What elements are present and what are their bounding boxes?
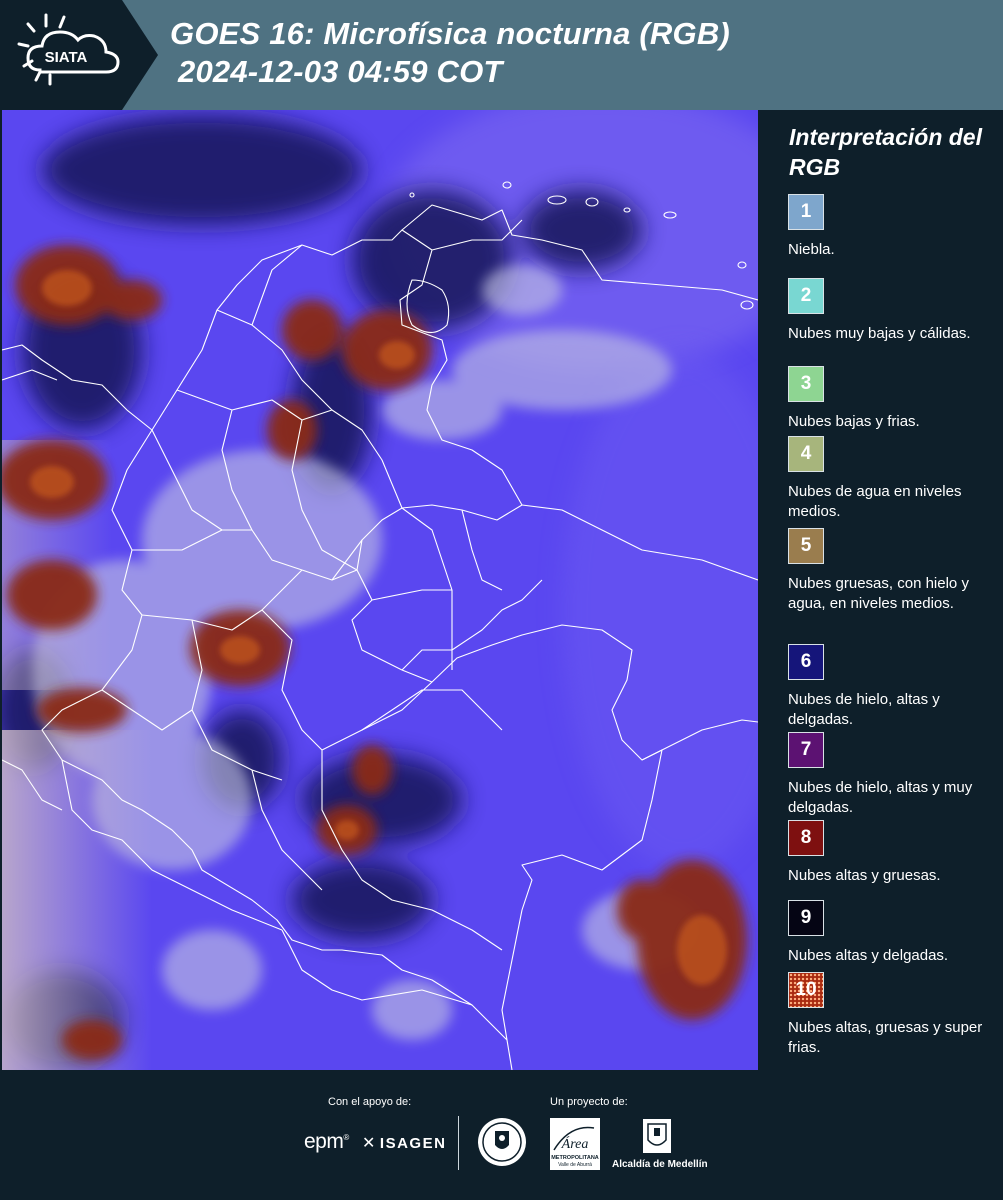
alcaldia-label: Alcaldía de Medellín <box>612 1159 708 1170</box>
legend-swatch: 3 <box>788 366 824 402</box>
header-bar: SIATA GOES 16: Microfísica nocturna (RGB… <box>0 0 1003 110</box>
area-logo-sub2: Valle de Aburrá <box>558 1162 592 1168</box>
epm-logo: epm® <box>304 1130 349 1153</box>
legend-item-4: 4 Nubes de agua en niveles medios. <box>788 436 998 522</box>
footer-divider <box>458 1116 459 1170</box>
legend-swatch: 6 <box>788 644 824 680</box>
legend-item-1: 1 Niebla. <box>788 194 998 260</box>
legend-item-7: 7 Nubes de hielo, altas y muy delgadas. <box>788 732 998 818</box>
epm-logo-text: epm <box>304 1130 344 1153</box>
legend-swatch: 9 <box>788 900 824 936</box>
legend-swatch: 5 <box>788 528 824 564</box>
legend-label: Niebla. <box>788 241 835 258</box>
legend-swatch: 1 <box>788 194 824 230</box>
legend-swatch: 2 <box>788 278 824 314</box>
legend-label: Nubes muy bajas y cálidas. <box>788 325 971 342</box>
university-seal-icon <box>478 1118 526 1166</box>
legend-item-5: 5 Nubes gruesas, con hielo y agua, en niv… <box>788 528 998 614</box>
alcaldia-shield-icon <box>643 1119 671 1153</box>
isagen-logo: ✕ ISAGEN <box>362 1133 446 1153</box>
legend-swatch: 8 <box>788 820 824 856</box>
legend-swatch: 10 <box>788 972 824 1008</box>
project-label: Un proyecto de: <box>550 1096 628 1108</box>
legend-item-9: 9 Nubes altas y delgadas. <box>788 900 998 966</box>
satellite-map <box>2 110 758 1070</box>
area-logo-text: Área <box>561 1135 589 1152</box>
rgb-legend: Interpretación del RGB 1 Niebla. 2 Nubes mu… <box>758 110 1003 1070</box>
map-title: GOES 16: Microfísica nocturna (RGB) <box>170 16 730 51</box>
siata-logo: SIATA <box>0 0 158 110</box>
legend-item-3: 3 Nubes bajas y frias. <box>788 366 998 432</box>
legend-title: Interpretación del RGB <box>789 124 982 180</box>
area-logo-sub: METROPOLITANA <box>551 1155 599 1161</box>
legend-item-10: 10 Nubes altas, gruesas y super frias. <box>788 972 998 1058</box>
legend-label: Nubes de agua en niveles medios. <box>788 483 962 520</box>
legend-label: Nubes de hielo, altas y delgadas. <box>788 691 940 728</box>
area-metropolitana-logo: Área METROPOLITANA Valle de Aburrá <box>550 1118 600 1170</box>
legend-label: Nubes de hielo, altas y muy delgadas. <box>788 779 973 816</box>
legend-item-8: 8 Nubes altas y gruesas. <box>788 820 998 886</box>
legend-label: Nubes gruesas, con hielo y agua, en nive… <box>788 575 969 612</box>
legend-label: Nubes bajas y frias. <box>788 413 920 430</box>
isagen-icon: ✕ <box>362 1135 377 1152</box>
siata-logo-text: SIATA <box>45 49 88 66</box>
legend-item-2: 2 Nubes muy bajas y cálidas. <box>788 278 998 344</box>
footer: Con el apoyo de: Un proyecto de: epm® ✕ … <box>0 1070 1003 1200</box>
legend-item-6: 6 Nubes de hielo, altas y delgadas. <box>788 644 998 730</box>
isagen-logo-text: ISAGEN <box>379 1134 447 1152</box>
legend-label: Nubes altas y delgadas. <box>788 947 949 964</box>
legend-label: Nubes altas, gruesas y super frias. <box>788 1019 983 1056</box>
legend-label: Nubes altas y gruesas. <box>788 867 941 884</box>
legend-swatch: 7 <box>788 732 824 768</box>
map-timestamp: 2024-12-03 04:59 COT <box>178 54 503 89</box>
legend-swatch: 4 <box>788 436 824 472</box>
support-label: Con el apoyo de: <box>328 1096 412 1108</box>
